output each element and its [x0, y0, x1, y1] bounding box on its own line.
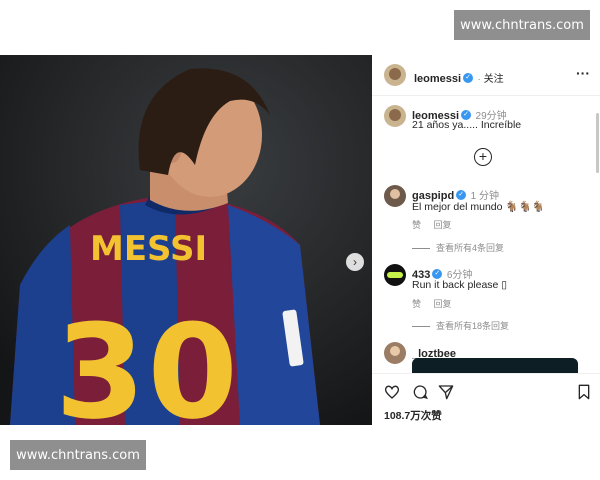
- reply-button[interactable]: 回复: [434, 299, 452, 309]
- view-replies-link[interactable]: 查看所有4条回复: [436, 243, 504, 253]
- view-replies-link[interactable]: 查看所有18条回复: [436, 321, 509, 331]
- jersey-name: MESSI: [90, 229, 207, 269]
- reply-button[interactable]: 回复: [434, 220, 452, 230]
- caption-avatar[interactable]: [384, 105, 406, 127]
- author-username[interactable]: leomessi: [414, 73, 461, 85]
- scrollbar[interactable]: [596, 113, 599, 173]
- jersey-number: 30: [55, 296, 240, 425]
- post-photo: MESSI 30 ›: [0, 55, 372, 425]
- follow-button[interactable]: 关注: [484, 74, 504, 85]
- chevron-right-icon[interactable]: ›: [346, 253, 364, 271]
- post-header: leomessi ✓ · 关注 ···: [372, 55, 600, 96]
- action-bar: 108.7万次赞: [372, 373, 600, 425]
- watermark-top: www.chntrans.com: [454, 10, 590, 40]
- comment-text: Run it back please ▯: [412, 279, 508, 291]
- comment-avatar[interactable]: [384, 342, 406, 364]
- comment-avatar[interactable]: [384, 185, 406, 207]
- verified-icon: ✓: [432, 268, 443, 279]
- like-comment-button[interactable]: 赞: [412, 220, 421, 230]
- messi-photo: MESSI 30: [0, 55, 372, 425]
- like-comment-button[interactable]: 赞: [412, 299, 421, 309]
- send-icon[interactable]: [438, 384, 454, 400]
- plus-circle-icon[interactable]: +: [474, 148, 492, 166]
- verified-icon: ✓: [456, 189, 467, 200]
- post-panel: leomessi ✓ · 关注 ··· leomessi ✓ 29分钟 21 año…: [372, 55, 600, 425]
- watermark-bottom: www.chntrans.com: [10, 440, 146, 470]
- likes-count[interactable]: 108.7万次赞: [384, 408, 442, 423]
- comment-text: El mejor del mundo 🐐🐐🐐: [412, 201, 545, 213]
- verified-icon: ✓: [463, 72, 474, 83]
- comment-media: [412, 358, 578, 374]
- caption-text: 21 años ya..... Increíble: [412, 119, 522, 131]
- comment-avatar[interactable]: [384, 264, 406, 286]
- bookmark-icon[interactable]: [577, 384, 591, 400]
- heart-icon[interactable]: [384, 384, 400, 400]
- more-dots-icon[interactable]: ···: [576, 65, 590, 81]
- author-avatar[interactable]: [384, 64, 406, 86]
- comment-icon[interactable]: [412, 384, 428, 400]
